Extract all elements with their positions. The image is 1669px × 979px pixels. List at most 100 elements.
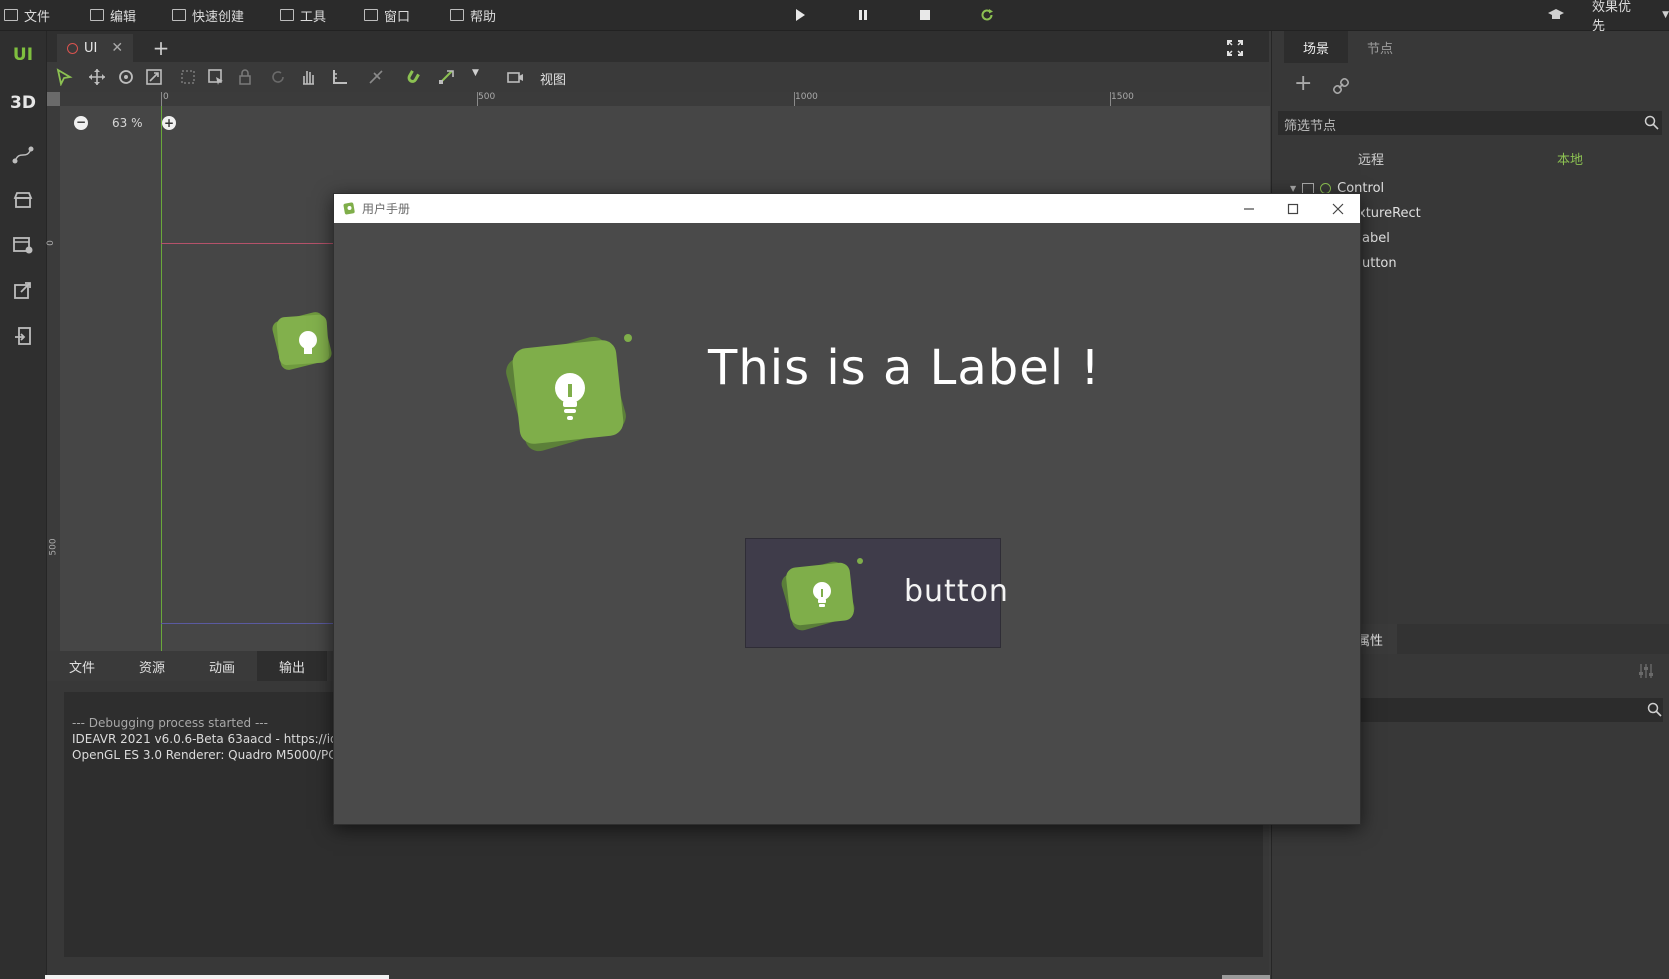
filter-nodes-input[interactable]: 筛选节点 xyxy=(1278,111,1662,135)
grid-snap-icon[interactable] xyxy=(437,68,455,86)
move-icon[interactable] xyxy=(88,68,106,86)
stop-icon[interactable] xyxy=(917,7,933,23)
rotate-icon[interactable] xyxy=(117,68,135,86)
camera-icon[interactable] xyxy=(506,68,524,86)
curve-tool-button[interactable] xyxy=(0,135,46,175)
select-arrow-icon[interactable] xyxy=(55,68,73,86)
scene-circle-icon xyxy=(67,42,78,54)
mode-ui-button[interactable]: UI xyxy=(0,35,46,75)
rect-select-icon[interactable] xyxy=(207,68,225,86)
import-icon xyxy=(15,327,31,345)
log-line: OpenGL ES 3.0 Renderer: Quadro M5000/PCI… xyxy=(72,748,352,762)
window-titlebar[interactable]: 用户手册 xyxy=(334,194,1360,223)
tab-ui-label: UI xyxy=(84,40,98,56)
pause-icon[interactable] xyxy=(855,7,871,23)
ruler-horizontal: 0 500 1000 1500 xyxy=(60,92,1270,107)
tab-files-label: 文件 xyxy=(68,660,95,676)
menu-tools[interactable]: 工具 xyxy=(280,0,326,30)
search-icon[interactable] xyxy=(1647,702,1662,717)
add-tab-label: + xyxy=(152,36,170,60)
view-menu[interactable]: 视图 xyxy=(540,69,566,88)
tab-assets[interactable]: 资源 xyxy=(117,651,187,681)
add-node-button[interactable]: + xyxy=(1294,73,1312,95)
zoom-level: 63 % xyxy=(112,116,143,130)
snap-options-chevron-icon[interactable]: ▼ xyxy=(472,68,479,78)
tree-node-button[interactable]: utton xyxy=(1362,256,1397,271)
tab-scene[interactable]: 场景 xyxy=(1284,31,1348,63)
close-button[interactable] xyxy=(1316,194,1360,223)
tab-ui-scene[interactable]: UI ✕ xyxy=(57,34,133,62)
remote-tab[interactable]: 远程 xyxy=(1358,149,1384,168)
demo-button[interactable]: button xyxy=(745,538,1008,648)
menu-window-label: 窗口 xyxy=(384,9,411,25)
reset-rotation-icon[interactable] xyxy=(269,68,287,86)
log-line: --- Debugging process started --- xyxy=(72,716,268,730)
ruler-tick xyxy=(477,92,478,106)
menu-quick-create[interactable]: 快速创建 xyxy=(172,0,244,30)
link-icon[interactable] xyxy=(1332,77,1350,95)
fullscreen-icon[interactable] xyxy=(1227,40,1243,56)
label-node-text: This is a Label ! xyxy=(708,340,1101,396)
texture-rect-image xyxy=(506,334,632,452)
store-icon xyxy=(13,192,33,208)
tab-files[interactable]: 文件 xyxy=(47,651,117,681)
snap-pivot-icon[interactable] xyxy=(367,68,385,86)
ruler-top-label-1500: 1500 xyxy=(1111,92,1134,102)
sliders-icon[interactable] xyxy=(1638,663,1654,679)
magnet-icon[interactable] xyxy=(404,68,422,86)
asset-settings-icon xyxy=(13,237,33,254)
scale-icon[interactable] xyxy=(145,68,163,86)
ruler-vertical: 0 500 xyxy=(46,106,61,651)
edit-icon xyxy=(172,9,186,21)
import-button[interactable] xyxy=(0,316,46,356)
chevron-down-icon: ▼ xyxy=(1662,10,1669,20)
crop-icon xyxy=(90,9,104,21)
menu-help[interactable]: 帮助 xyxy=(450,0,496,30)
menu-window[interactable]: 窗口 xyxy=(364,0,410,30)
close-icon[interactable]: ✕ xyxy=(111,40,123,56)
mode-sidebar: UI 3D xyxy=(0,31,47,979)
anchor-rect-icon[interactable] xyxy=(179,68,197,86)
tab-node[interactable]: 节点 xyxy=(1348,31,1412,63)
ruler-tick xyxy=(161,92,162,106)
minimize-button[interactable] xyxy=(1227,194,1271,223)
graduation-cap-icon[interactable] xyxy=(1548,8,1564,22)
tab-output[interactable]: 输出 xyxy=(257,651,327,681)
add-tab-button[interactable]: + xyxy=(151,36,171,60)
zoom-out-button[interactable]: − xyxy=(74,116,88,130)
mode-3d-label: 3D xyxy=(10,93,36,113)
ruler-tick xyxy=(794,92,795,106)
export-icon xyxy=(14,282,31,299)
mode-ui-label: UI xyxy=(12,45,34,65)
quality-dropdown[interactable]: 效果优先 ▼ xyxy=(1592,0,1669,34)
ruler-top-label-1000: 1000 xyxy=(795,92,818,102)
menu-tools-label: 工具 xyxy=(300,9,327,25)
play-icon[interactable] xyxy=(792,7,808,23)
menu-edit[interactable]: 编辑 xyxy=(90,0,136,30)
close-icon xyxy=(1332,203,1344,214)
window-title: 用户手册 xyxy=(362,202,411,216)
local-tab[interactable]: 本地 xyxy=(1557,149,1583,168)
search-icon[interactable] xyxy=(1644,115,1659,130)
export-button[interactable] xyxy=(0,270,46,310)
frame-icon xyxy=(364,9,378,21)
ruler-icon[interactable] xyxy=(331,68,349,86)
menu-file[interactable]: 文件 xyxy=(4,0,50,30)
pan-hand-icon[interactable] xyxy=(299,68,317,86)
lock-icon[interactable] xyxy=(236,68,254,86)
mode-3d-button[interactable]: 3D xyxy=(0,83,46,123)
status-progress-strip-end xyxy=(1222,975,1270,979)
menu-quick-create-label: 快速创建 xyxy=(192,9,245,25)
texture-rect-preview[interactable] xyxy=(268,306,338,376)
app-logo-icon xyxy=(343,202,355,215)
maximize-button[interactable] xyxy=(1271,194,1315,223)
store-button[interactable] xyxy=(0,180,46,220)
ruler-top-label-500: 500 xyxy=(478,92,496,102)
tree-node-texturerect[interactable]: xtureRect xyxy=(1358,206,1421,221)
ruler-tick xyxy=(1110,92,1111,106)
asset-settings-button[interactable] xyxy=(0,225,46,265)
tree-node-label-node[interactable]: abel xyxy=(1362,231,1390,246)
restart-icon[interactable] xyxy=(979,7,995,23)
zoom-in-button[interactable]: + xyxy=(162,116,176,130)
tab-animation[interactable]: 动画 xyxy=(187,651,257,681)
